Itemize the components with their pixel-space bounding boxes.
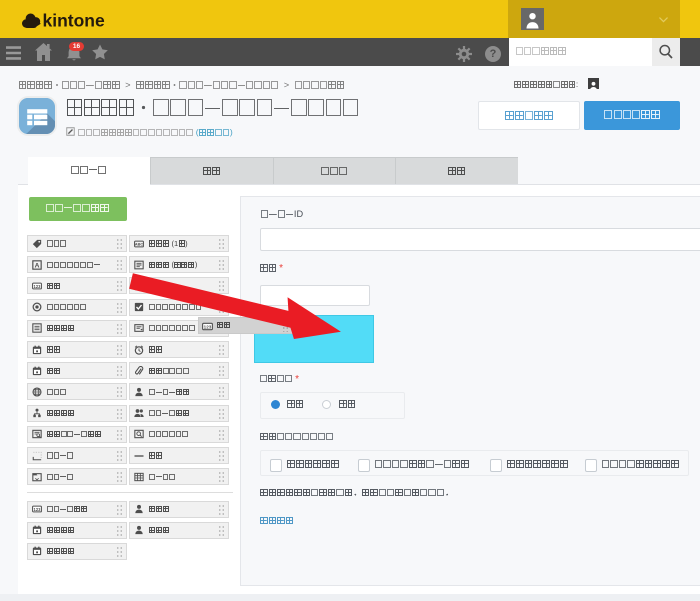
svg-text:kintone: kintone bbox=[43, 11, 105, 31]
